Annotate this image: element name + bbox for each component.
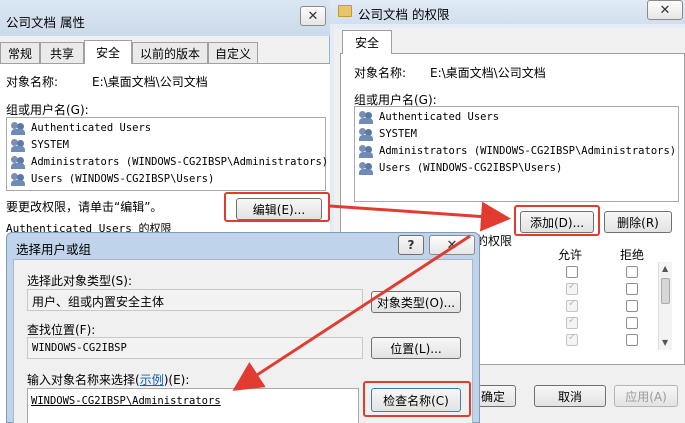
deny-checkbox[interactable] (626, 334, 638, 346)
properties-title: 公司文档 属性 (6, 15, 85, 30)
object-type-label: 选择此对象类型(S): (27, 274, 133, 288)
scroll-down-arrow-icon[interactable]: ▼ (662, 338, 668, 347)
users-group-icon (11, 172, 27, 186)
add-highlight-box (514, 205, 600, 236)
users-group-icon (11, 138, 27, 152)
users-group-icon (359, 110, 375, 124)
deny-checkbox[interactable] (626, 283, 638, 295)
object-type-field: 用户、组或内置安全主体 (27, 289, 363, 311)
change-hint: 要更改权限，请单击“编辑”。 (6, 200, 163, 214)
folder-icon (338, 5, 352, 17)
users-group-icon (359, 161, 375, 175)
tab-security[interactable]: 安全 (84, 40, 132, 64)
check-names-highlight-box (363, 381, 471, 417)
properties-close-button[interactable]: ✕ (300, 6, 326, 26)
examples-link[interactable]: 示例 (140, 373, 164, 387)
apply-button[interactable]: 应用(A) (614, 385, 678, 407)
location-label: 查找位置(F): (27, 323, 96, 337)
tab-security-perm[interactable]: 安全 (342, 30, 392, 54)
perm-permissions-label: 的权限 (476, 234, 513, 248)
groups-label: 组或用户名(G): (6, 103, 89, 117)
list-item[interactable]: Users (WINDOWS-CG2IBSP\Users) (11, 172, 214, 186)
permissions-title: 公司文档 的权限 (358, 7, 450, 22)
help-button[interactable]: ? (398, 235, 424, 255)
allow-checkbox[interactable] (566, 298, 578, 312)
list-item[interactable]: Administrators (WINDOWS-CG2IBSP\Administ… (359, 144, 676, 158)
users-group-icon (359, 144, 375, 158)
edit-highlight-box (224, 192, 330, 222)
list-item[interactable]: Authenticated Users (11, 121, 151, 135)
users-group-icon (11, 121, 27, 135)
perm-object-name-label: 对象名称: (354, 66, 407, 80)
select-dialog-close-button[interactable]: ✕ (429, 235, 475, 255)
cancel-button[interactable]: 取消 (534, 385, 606, 407)
tab-general[interactable]: 常规 (0, 42, 40, 64)
perm-users-listbox[interactable]: Authenticated Users SYSTEM Administrator… (354, 106, 679, 202)
list-item[interactable]: SYSTEM (359, 127, 417, 141)
deny-checkbox[interactable] (626, 317, 638, 329)
list-item[interactable]: Users (WINDOWS-CG2IBSP\Users) (359, 161, 562, 175)
perm-object-name-value: E:\桌面文档\公司文档 (430, 66, 546, 80)
permissions-grid (470, 262, 670, 352)
tab-customize[interactable]: 自定义 (208, 42, 258, 64)
select-users-dialog: 选择用户或组 ? ✕ 选择此对象类型(S): 用户、组或内置安全主体 对象类型(… (6, 232, 480, 423)
deny-checkbox[interactable] (626, 266, 638, 278)
allow-checkbox[interactable] (566, 332, 578, 346)
enter-names-label: 输入对象名称来选择(示例)(E): (27, 373, 190, 387)
tab-sharing[interactable]: 共享 (40, 42, 84, 64)
object-name-label: 对象名称: (6, 75, 59, 89)
deny-checkbox[interactable] (626, 300, 638, 312)
scroll-up-arrow-icon[interactable]: ▲ (662, 264, 668, 273)
deny-column-header: 拒绝 (620, 248, 645, 262)
location-field: WINDOWS-CG2IBSP (27, 337, 363, 359)
list-item[interactable]: SYSTEM (11, 138, 69, 152)
allow-checkbox[interactable] (566, 266, 578, 278)
select-dialog-title: 选择用户或组 (16, 242, 92, 257)
object-types-button[interactable]: 对象类型(O)... (371, 291, 461, 313)
scroll-thumb[interactable] (661, 278, 670, 304)
tab-previous-versions[interactable]: 以前的版本 (132, 42, 208, 64)
object-names-input[interactable]: WINDOWS-CG2IBSP\Administrators (27, 388, 359, 423)
users-listbox[interactable]: Authenticated Users SYSTEM Administrator… (6, 117, 328, 191)
locations-button[interactable]: 位置(L)... (371, 337, 461, 359)
allow-column-header: 允许 (558, 248, 583, 262)
allow-checkbox[interactable] (566, 281, 578, 295)
list-item[interactable]: Authenticated Users (359, 110, 499, 124)
permissions-scrollbar[interactable]: ▲ ▼ (658, 262, 672, 350)
list-item[interactable]: Administrators (WINDOWS-CG2IBSP\Administ… (11, 155, 328, 169)
object-name-value: E:\桌面文档\公司文档 (92, 75, 208, 89)
remove-button[interactable]: 删除(R) (604, 211, 672, 233)
permissions-close-button[interactable]: ✕ (647, 0, 683, 20)
users-group-icon (11, 155, 27, 169)
allow-checkbox[interactable] (566, 315, 578, 329)
users-group-icon (359, 127, 375, 141)
